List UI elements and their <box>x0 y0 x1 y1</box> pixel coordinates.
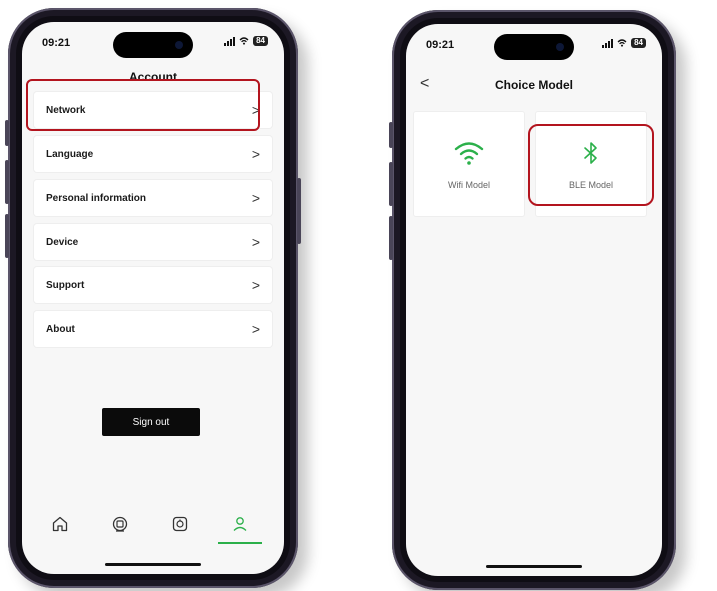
home-indicator <box>486 565 582 568</box>
volume-down-button <box>389 216 393 260</box>
menu-item-support[interactable]: Support > <box>34 267 272 303</box>
status-icons: 84 <box>224 36 268 46</box>
home-icon <box>52 516 68 532</box>
chevron-right-icon: > <box>251 190 260 206</box>
tab-profile[interactable] <box>220 504 260 544</box>
choice-model-screen: 09:21 84 < Choice Model Wifi Model BLE M… <box>406 24 662 576</box>
active-tab-indicator <box>218 542 262 544</box>
chevron-right-icon: > <box>251 146 260 162</box>
tab-home[interactable] <box>40 504 80 544</box>
battery-icon: 84 <box>631 38 646 48</box>
volume-down-button <box>5 214 9 258</box>
signal-icon <box>602 38 614 48</box>
signal-icon <box>224 36 236 46</box>
status-icons: 84 <box>602 38 646 48</box>
battery-icon: 84 <box>253 36 268 46</box>
profile-icon <box>233 517 247 531</box>
menu-label: Support <box>46 279 85 291</box>
tab-scan[interactable] <box>160 504 200 544</box>
chevron-right-icon: > <box>251 277 260 293</box>
menu-item-about[interactable]: About > <box>34 311 272 347</box>
dynamic-island <box>113 32 193 58</box>
volume-up-button <box>5 160 9 204</box>
tab-bar <box>22 504 284 544</box>
option-label: Wifi Model <box>447 180 490 190</box>
wifi-status-icon <box>617 39 627 47</box>
mute-switch <box>5 120 9 146</box>
menu-label: Personal information <box>46 192 147 204</box>
highlight-ble-model <box>528 124 654 206</box>
chevron-right-icon: > <box>251 234 260 250</box>
device-hub-icon <box>112 516 128 532</box>
phone-choice-model: 09:21 84 < Choice Model Wifi Model BLE M… <box>389 10 676 590</box>
status-time: 09:21 <box>426 39 455 51</box>
tab-device-hub[interactable] <box>100 504 140 544</box>
camera-dot <box>175 41 183 49</box>
mute-switch <box>389 122 393 148</box>
menu-item-personal-information[interactable]: Personal information > <box>34 180 272 216</box>
power-button <box>297 178 301 244</box>
phone-account: 09:21 84 Account Network > Language > Pe… <box>5 8 301 588</box>
sign-out-button[interactable]: Sign out <box>102 408 200 436</box>
menu-label: About <box>46 323 75 335</box>
chevron-right-icon: > <box>251 321 260 337</box>
wifi-icon <box>454 142 484 165</box>
wifi-status-icon <box>239 37 249 45</box>
account-screen: 09:21 84 Account Network > Language > Pe… <box>22 22 284 574</box>
volume-up-button <box>389 162 393 206</box>
camera-dot <box>556 43 564 51</box>
menu-label: Language <box>46 148 94 160</box>
scan-icon <box>172 516 188 532</box>
dynamic-island <box>494 34 574 60</box>
menu-item-language[interactable]: Language > <box>34 136 272 172</box>
option-wifi-model[interactable]: Wifi Model <box>414 112 524 216</box>
status-time: 09:21 <box>42 37 71 49</box>
highlight-network <box>26 79 260 131</box>
home-indicator <box>105 563 201 566</box>
menu-label: Device <box>46 236 79 248</box>
page-title: Choice Model <box>494 78 573 92</box>
menu-item-device[interactable]: Device > <box>34 224 272 260</box>
